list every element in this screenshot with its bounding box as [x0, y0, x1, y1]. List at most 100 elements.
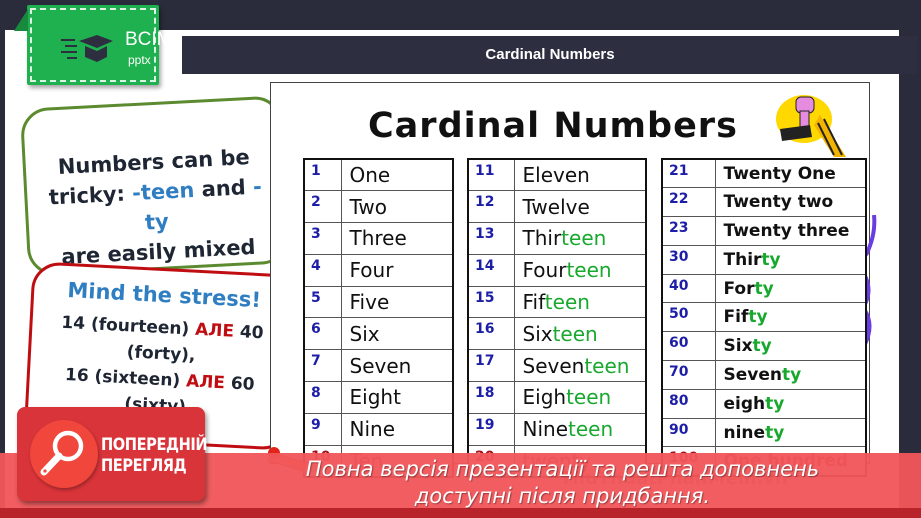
word-cell: Two [340, 190, 454, 224]
word-cell: Fourteen [513, 253, 647, 287]
word-cell: Eighteen [513, 381, 647, 414]
word-stem: For [723, 278, 755, 299]
word-cell: Sixteen [513, 317, 647, 351]
number-cell: 11 [467, 158, 515, 192]
table-row: 70 Seventy [661, 360, 867, 390]
table-row: 13 Thirteen [467, 222, 647, 255]
word-cell: Seven [340, 349, 454, 383]
word-stem: Twelve [522, 194, 590, 219]
logo-sub: pptx [128, 53, 151, 67]
word-suffix: teen [566, 385, 612, 410]
number-cell: 50 [661, 302, 716, 333]
table-row: 6 Six [303, 317, 454, 351]
word-cell: Twenty three [714, 216, 867, 246]
table-row: 5 Five [303, 285, 454, 319]
table-row: 4 Four [303, 253, 454, 287]
number-cell: 90 [661, 417, 716, 448]
word-stem: Fif [723, 307, 749, 328]
table-row: 30 Thirty [661, 244, 867, 275]
table-row: 40 Forty [661, 273, 867, 304]
stress-l1-b: 40 [233, 321, 265, 344]
number-cell: 12 [467, 190, 515, 224]
word-cell: Nine [340, 412, 454, 446]
word-stem: Six [349, 321, 380, 346]
word-cell: Thirteen [513, 222, 647, 255]
word-cell: Forty [714, 273, 867, 304]
number-cell: 40 [661, 273, 716, 304]
number-cell: 17 [467, 349, 515, 383]
number-cell: 18 [467, 381, 515, 414]
number-cell: 7 [303, 349, 342, 383]
word-cell: Nineteen [513, 412, 647, 446]
number-cell: 4 [303, 253, 342, 287]
word-stem: Six [522, 321, 553, 346]
word-stem: Eight [349, 385, 401, 410]
numbers-table-title: Cardinal Numbers [368, 106, 738, 146]
word-stem: eigh [723, 393, 766, 414]
slide-title: Cardinal Numbers [485, 46, 615, 63]
word-cell: Seventy [714, 360, 867, 390]
number-cell: 1 [303, 158, 342, 192]
teen-suffix: -teen [131, 177, 195, 206]
number-cell: 23 [661, 216, 716, 246]
graduation-cap-icon [61, 35, 113, 62]
word-stem: Twenty two [723, 192, 834, 213]
stress-l1-a: 14 (fourteen) [60, 312, 196, 340]
word-cell: Thirty [714, 244, 867, 275]
word-suffix: ty [748, 307, 768, 328]
word-stem: Seven [522, 353, 585, 378]
raised-fist-icon [776, 95, 846, 157]
logo-brand: BCIM [125, 29, 173, 50]
word-cell: Six [340, 317, 454, 351]
word-suffix: teen [552, 321, 598, 346]
word-stem: nine [723, 422, 766, 443]
word-suffix: ty [765, 393, 785, 414]
tricky-and: and [193, 174, 254, 202]
tricky-prefix: tricky: [48, 181, 133, 210]
preview-label-line-2: ПЕРЕГЛЯД [101, 456, 187, 476]
tricky-note-card: Numbers can be tricky: -teen and -ty are… [19, 95, 291, 295]
word-stem: Seven [723, 364, 783, 385]
word-cell: ninety [714, 417, 867, 448]
table-row: 12 Twelve [467, 190, 647, 224]
word-suffix: ty [752, 336, 772, 357]
stress-heading: Mind the stress! [66, 278, 262, 313]
table-row: 22 Twenty two [661, 187, 867, 218]
table-row: 80 eighty [661, 388, 867, 419]
word-cell: Twenty two [714, 187, 867, 218]
word-stem: Eigh [522, 385, 567, 410]
stress-but-2: АЛЕ [185, 371, 226, 394]
table-row: 19 Nineteen [467, 412, 647, 446]
word-stem: Twenty One [723, 163, 836, 184]
word-stem: Eleven [522, 163, 590, 188]
number-cell: 6 [303, 317, 342, 351]
table-row: 7 Seven [303, 349, 454, 383]
word-stem: Nine [349, 417, 396, 442]
word-stem: Thir [522, 226, 562, 251]
number-cell: 14 [467, 253, 515, 287]
word-cell: Twenty One [714, 158, 867, 189]
stress-but-1: АЛЕ [194, 319, 235, 342]
word-cell: Twelve [513, 190, 647, 224]
word-stem: Three [349, 226, 407, 251]
slide-title-bar: Cardinal Numbers [182, 36, 918, 74]
word-cell: Fifteen [513, 285, 647, 319]
banner-line-1: Повна версія презентації та решта доповн… [305, 457, 820, 481]
number-cell: 3 [303, 222, 342, 255]
number-cell: 2 [303, 190, 342, 224]
number-cell: 19 [467, 412, 515, 446]
preview-button[interactable]: ПОПЕРЕДНІЙ ПЕРЕГЛЯД [17, 407, 208, 501]
number-cell: 9 [303, 412, 342, 446]
table-row: 16 Sixteen [467, 317, 647, 351]
number-cell: 13 [467, 222, 515, 255]
number-cell: 30 [661, 244, 716, 275]
number-cell: 80 [661, 388, 716, 419]
stress-l3-b: 60 [224, 373, 255, 395]
table-row: 3 Three [303, 222, 454, 255]
word-stem: Seven [349, 353, 412, 378]
word-stem: One [349, 163, 391, 188]
numbers-table-21-100: 21 Twenty One 22 Twenty two 23 Twenty three 30… [661, 158, 867, 477]
stress-l3-a: 16 (sixteen) [64, 365, 187, 392]
bcim-logo[interactable]: BCIM pptx [27, 5, 173, 85]
table-row: 23 Twenty three [661, 216, 867, 246]
